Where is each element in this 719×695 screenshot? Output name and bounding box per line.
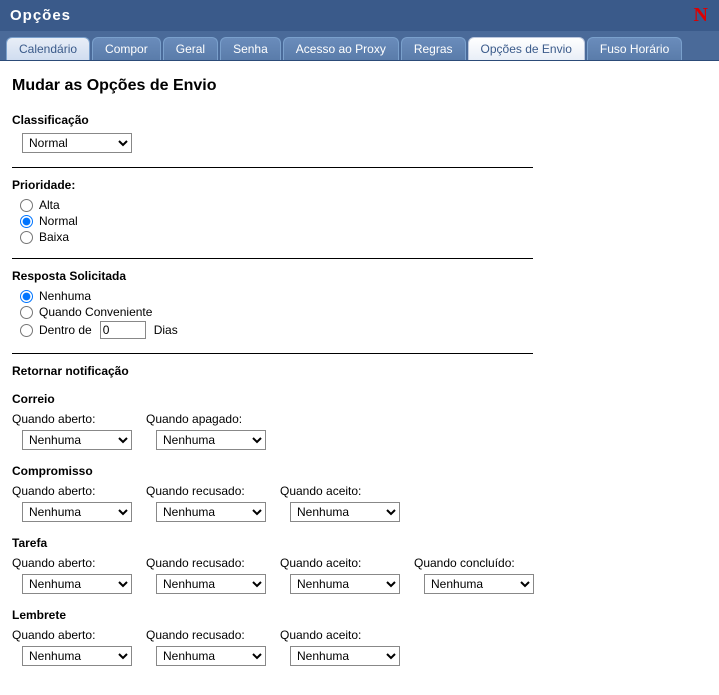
divider xyxy=(12,167,533,168)
titlebar: Opções N xyxy=(0,0,719,31)
reply-radio-convenient[interactable] xyxy=(20,306,33,319)
appt-heading: Compromisso xyxy=(12,464,533,478)
tab-bar: Calendário Compor Geral Senha Acesso ao … xyxy=(0,31,719,61)
note-opened-label: Quando aberto: xyxy=(12,628,132,642)
reply-option-label: Quando Conveniente xyxy=(39,305,152,319)
mail-opened-select[interactable]: Nenhuma xyxy=(22,430,132,450)
task-completed-label: Quando concluído: xyxy=(414,556,534,570)
task-accepted-select[interactable]: Nenhuma xyxy=(290,574,400,594)
priority-option-label: Baixa xyxy=(39,230,69,244)
mail-deleted-label: Quando apagado: xyxy=(146,412,266,426)
tab-compor[interactable]: Compor xyxy=(92,37,161,60)
reply-within-label: Dentro de xyxy=(39,323,92,337)
tab-senha[interactable]: Senha xyxy=(220,37,281,60)
task-accepted-label: Quando aceito: xyxy=(280,556,400,570)
tab-acesso-proxy[interactable]: Acesso ao Proxy xyxy=(283,37,399,60)
tab-regras[interactable]: Regras xyxy=(401,37,466,60)
reply-radio-none[interactable] xyxy=(20,290,33,303)
note-declined-label: Quando recusado: xyxy=(146,628,266,642)
appt-declined-label: Quando recusado: xyxy=(146,484,266,498)
priority-radio-baixa[interactable] xyxy=(20,231,33,244)
novell-logo: N xyxy=(694,4,709,27)
classification-select[interactable]: Normal xyxy=(22,133,132,153)
task-heading: Tarefa xyxy=(12,536,533,550)
appt-accepted-select[interactable]: Nenhuma xyxy=(290,502,400,522)
priority-radio-normal[interactable] xyxy=(20,215,33,228)
appt-accepted-label: Quando aceito: xyxy=(280,484,400,498)
mail-heading: Correio xyxy=(12,392,533,406)
reply-within-days-input[interactable] xyxy=(100,321,146,339)
divider xyxy=(12,353,533,354)
note-accepted-label: Quando aceito: xyxy=(280,628,400,642)
content-pane: Mudar as Opções de Envio Classificação N… xyxy=(0,61,545,676)
reply-label: Resposta Solicitada xyxy=(12,269,533,283)
tab-opcoes-envio[interactable]: Opções de Envio xyxy=(468,37,585,60)
priority-option-label: Normal xyxy=(39,214,78,228)
reply-within-suffix: Dias xyxy=(154,323,178,337)
task-opened-label: Quando aberto: xyxy=(12,556,132,570)
mail-deleted-select[interactable]: Nenhuma xyxy=(156,430,266,450)
window-title: Opções xyxy=(10,7,71,24)
appt-declined-select[interactable]: Nenhuma xyxy=(156,502,266,522)
divider xyxy=(12,258,533,259)
task-declined-select[interactable]: Nenhuma xyxy=(156,574,266,594)
priority-option-label: Alta xyxy=(39,198,60,212)
classification-label: Classificação xyxy=(12,113,533,127)
reply-radio-within[interactable] xyxy=(20,324,33,337)
note-accepted-select[interactable]: Nenhuma xyxy=(290,646,400,666)
appt-opened-select[interactable]: Nenhuma xyxy=(22,502,132,522)
return-notify-label: Retornar notificação xyxy=(12,364,533,378)
task-completed-select[interactable]: Nenhuma xyxy=(424,574,534,594)
note-opened-select[interactable]: Nenhuma xyxy=(22,646,132,666)
tab-fuso-horario[interactable]: Fuso Horário xyxy=(587,37,682,60)
appt-opened-label: Quando aberto: xyxy=(12,484,132,498)
reply-option-label: Nenhuma xyxy=(39,289,91,303)
task-declined-label: Quando recusado: xyxy=(146,556,266,570)
tab-calendario[interactable]: Calendário xyxy=(6,37,90,60)
note-declined-select[interactable]: Nenhuma xyxy=(156,646,266,666)
page-heading: Mudar as Opções de Envio xyxy=(12,77,533,95)
mail-opened-label: Quando aberto: xyxy=(12,412,132,426)
priority-radio-alta[interactable] xyxy=(20,199,33,212)
priority-label: Prioridade: xyxy=(12,178,533,192)
note-heading: Lembrete xyxy=(12,608,533,622)
task-opened-select[interactable]: Nenhuma xyxy=(22,574,132,594)
tab-geral[interactable]: Geral xyxy=(163,37,218,60)
